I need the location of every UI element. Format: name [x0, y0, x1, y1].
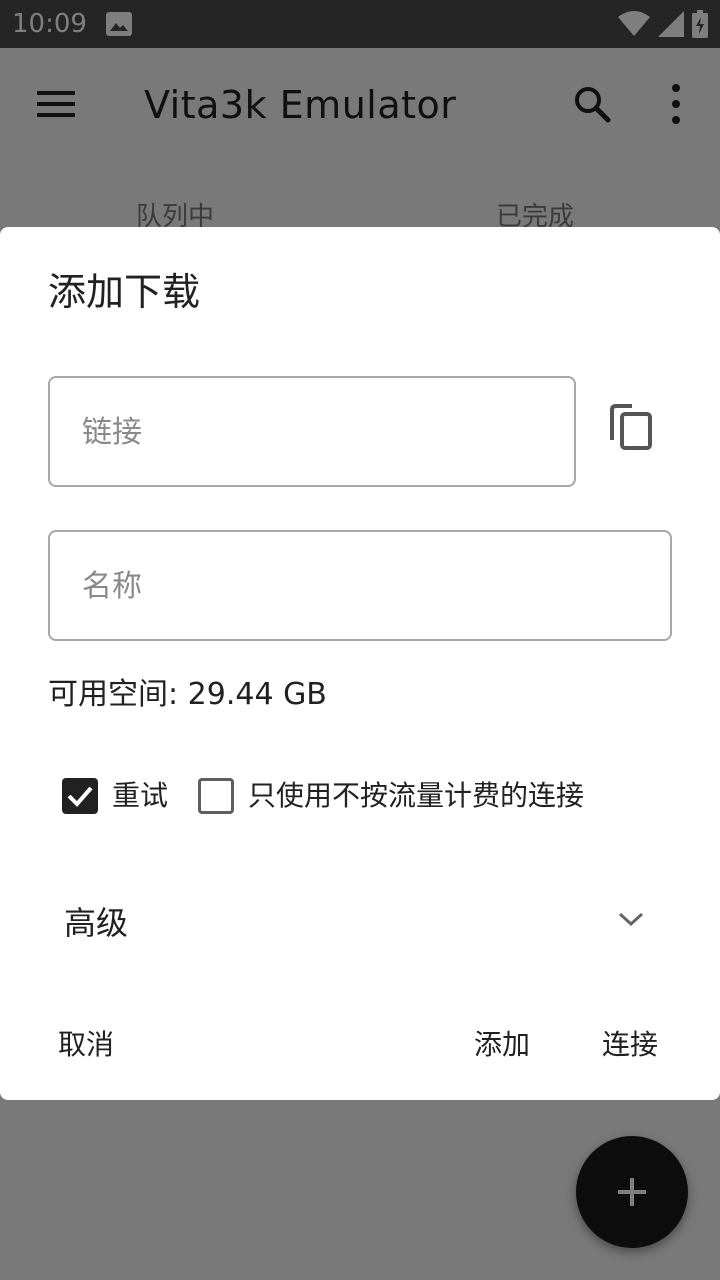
- chevron-down-icon: [616, 909, 646, 933]
- paste-button[interactable]: [604, 402, 660, 458]
- retry-label[interactable]: 重试: [112, 776, 168, 816]
- cancel-button[interactable]: 取消: [58, 1025, 114, 1065]
- unmetered-only-checkbox[interactable]: [198, 778, 234, 814]
- name-input[interactable]: [80, 532, 664, 641]
- unmetered-only-label[interactable]: 只使用不按流量计费的连接: [248, 776, 584, 816]
- advanced-section-toggle[interactable]: 高级: [0, 883, 720, 963]
- check-icon: [62, 786, 98, 818]
- advanced-label: 高级: [64, 904, 129, 942]
- dialog-title: 添加下载: [48, 270, 201, 314]
- copy-icon: [604, 404, 660, 462]
- retry-checkbox[interactable]: [62, 778, 98, 814]
- connect-button[interactable]: 连接: [602, 1025, 658, 1065]
- link-field[interactable]: [48, 376, 576, 487]
- add-download-dialog: 添加下载 可用空间: 29.44 GB 重试 只使用不按流量计费的连接 高级 取…: [0, 227, 720, 1100]
- add-button[interactable]: 添加: [474, 1025, 530, 1065]
- name-field[interactable]: [48, 530, 672, 641]
- available-space: 可用空间: 29.44 GB: [48, 677, 327, 712]
- link-input[interactable]: [80, 378, 568, 487]
